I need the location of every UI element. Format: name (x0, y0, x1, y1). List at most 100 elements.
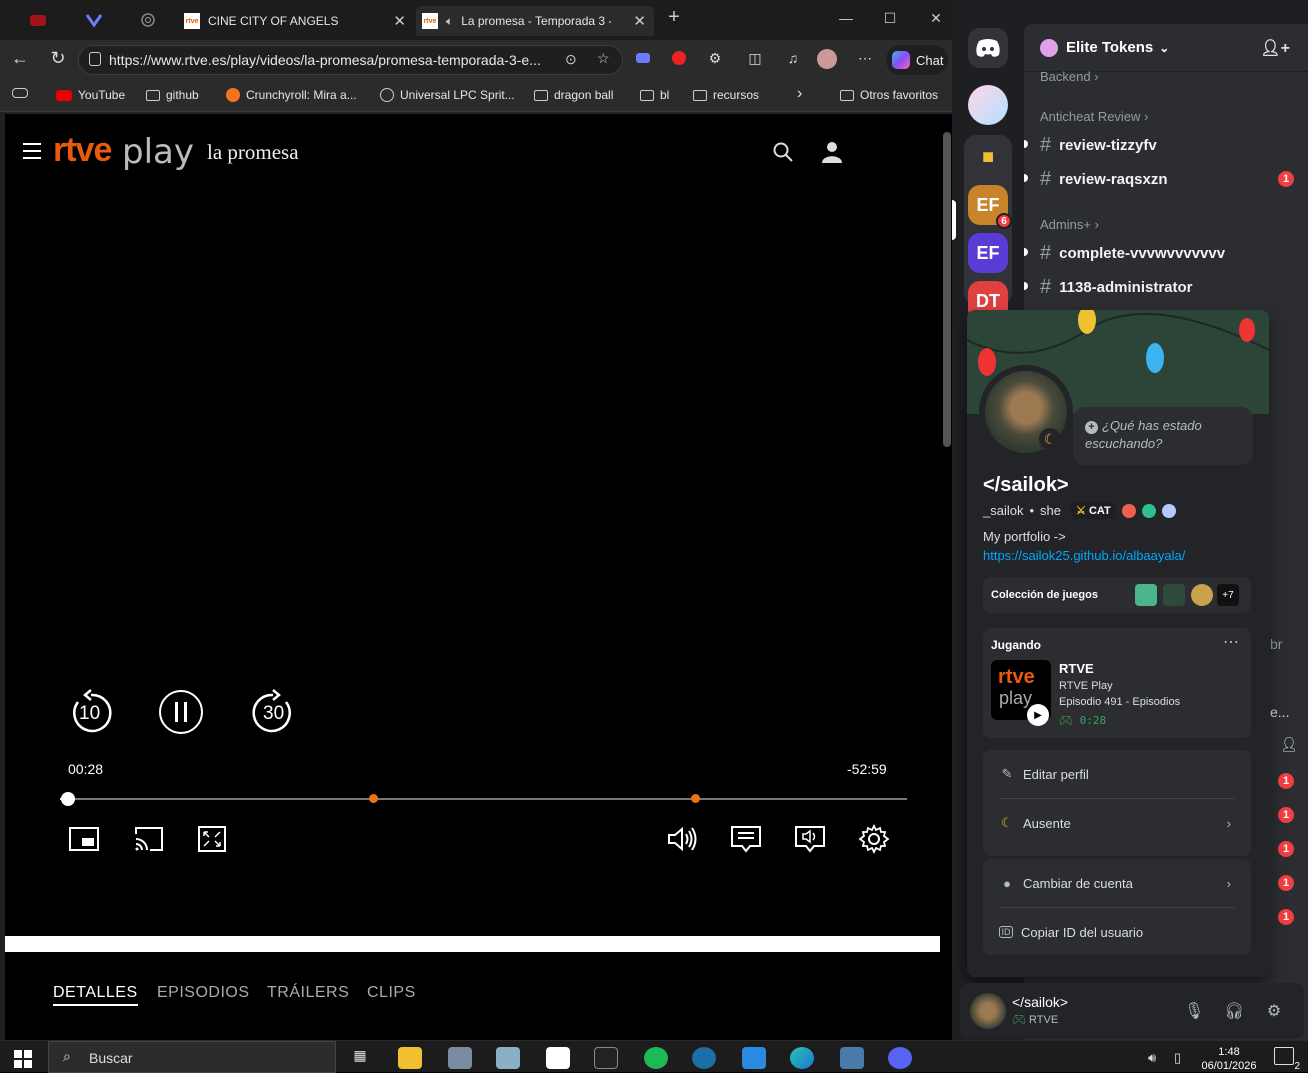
cast-icon[interactable] (132, 824, 164, 854)
menu-dots-icon[interactable]: ⋯ (854, 50, 876, 70)
tab-clips[interactable]: CLIPS (367, 984, 416, 1002)
channel-review-raqsxzn[interactable]: # review-raqsxzn (1040, 168, 1168, 191)
search-icon[interactable] (773, 142, 793, 162)
username[interactable]: _sailok (983, 503, 1023, 518)
user-icon[interactable] (821, 141, 843, 163)
gear-badge-icon[interactable] (1161, 503, 1176, 518)
category-admins[interactable]: Admins+ › (1040, 217, 1099, 232)
status-prompt-bubble[interactable]: + ¿Qué has estado escuchando? (1073, 407, 1253, 465)
app-icon[interactable] (448, 1047, 472, 1069)
clan-tag[interactable]: ⚔︎ CAT (1071, 502, 1116, 519)
clock[interactable]: 1:48 06/01/2026 (1196, 1045, 1262, 1073)
portfolio-link[interactable]: https://sailok25.github.io/albaayala/ (983, 548, 1185, 563)
picture-in-picture-icon[interactable] (68, 824, 100, 854)
user-settings-gear-icon[interactable]: ⚙︎ (1264, 1001, 1284, 1021)
game-thumbnail[interactable] (1135, 584, 1157, 606)
game-thumbnail[interactable] (1191, 584, 1213, 606)
app-icon[interactable] (496, 1047, 520, 1069)
discord-home-icon[interactable] (968, 28, 1008, 68)
status-button[interactable]: ☾ Ausente › (991, 803, 1243, 843)
play-icon[interactable]: ▶ (1027, 704, 1049, 726)
steam-icon[interactable] (692, 1047, 716, 1069)
minimize-icon[interactable]: — (836, 10, 856, 26)
rtve-logo[interactable]: rtve (53, 131, 112, 170)
bookmark-github[interactable]: github (146, 88, 199, 102)
server-header[interactable]: Elite Tokens ⌄ 👤︎+ (1024, 24, 1308, 72)
bookmarks-toggle-icon[interactable] (12, 88, 34, 98)
pause-button[interactable] (159, 690, 203, 734)
pinned-tab-app[interactable] (82, 8, 106, 32)
page-scrollbar[interactable] (943, 132, 951, 447)
godot-icon[interactable] (840, 1047, 864, 1069)
guild-ef-icon[interactable]: EF 6 (968, 185, 1012, 229)
game-thumbnail[interactable] (1163, 584, 1185, 606)
notion-icon[interactable] (546, 1047, 570, 1069)
bookmark-dragon-ball[interactable]: dragon ball (534, 88, 613, 102)
back-icon[interactable]: ← (8, 48, 32, 69)
epic-games-icon[interactable] (594, 1047, 618, 1069)
copy-user-id-button[interactable]: ID Copiar ID del usuario (991, 912, 1243, 952)
favorite-star-icon[interactable]: ☆ (597, 50, 610, 67)
copilot-chat-button[interactable]: Chat (886, 45, 948, 75)
progress-bar[interactable] (60, 792, 907, 806)
close-tab-icon[interactable]: ✕ (633, 12, 646, 30)
chapter-marker[interactable] (691, 794, 701, 803)
audio-description-icon[interactable] (794, 824, 826, 854)
play-logo[interactable]: play (122, 132, 194, 172)
url-input[interactable]: https://www.rtve.es/play/videos/la-prome… (78, 45, 623, 75)
maximize-icon[interactable]: ☐ (880, 10, 900, 27)
close-window-icon[interactable]: ✕ (926, 10, 946, 27)
microphone-icon[interactable]: 🎙︎ (1184, 1001, 1204, 1021)
bookmark-lpc[interactable]: Universal LPC Sprit... (380, 88, 515, 102)
more-games-count[interactable]: +7 (1217, 584, 1239, 606)
channel-review-tizzyfv[interactable]: # review-tizzyfv (1040, 134, 1157, 157)
user-avatar[interactable] (970, 993, 1006, 1029)
guild-team-icon[interactable] (968, 85, 1008, 125)
edit-profile-button[interactable]: ✎ Editar perfil (991, 754, 1243, 794)
spotify-icon[interactable] (644, 1047, 668, 1069)
reload-icon[interactable]: ↻ (46, 48, 70, 69)
more-icon[interactable]: ⊙ (565, 51, 577, 68)
game-collection[interactable]: Colección de juegos +7 (983, 577, 1251, 613)
pinned-tab-youtube[interactable] (26, 8, 50, 32)
extension-icon[interactable] (632, 50, 654, 70)
activity-more-icon[interactable]: ⋯ (1223, 632, 1239, 652)
bookmark-crunchyroll[interactable]: Crunchyroll: Mira a... (226, 88, 357, 102)
guild-ef2-icon[interactable]: EF (968, 233, 1008, 273)
tab-la-promesa[interactable]: rtve 🔈︎ La promesa - Temporada 3 - E ✕ (416, 6, 654, 36)
add-member-icon[interactable]: 👤︎+ (1260, 38, 1290, 58)
settings-gear-icon[interactable] (858, 824, 890, 854)
add-member-icon[interactable]: 👤︎ (1280, 736, 1298, 753)
puzzle-icon[interactable]: ⚙︎ (704, 50, 726, 70)
vscode-icon[interactable] (742, 1047, 766, 1069)
bookmark-bl[interactable]: bl (640, 88, 669, 102)
discord-taskbar-icon[interactable] (888, 1047, 912, 1069)
guild-folder[interactable]: ■ EF 6 EF DT (964, 135, 1012, 321)
progress-knob[interactable] (60, 792, 75, 806)
bookmark-recursos[interactable]: recursos (693, 88, 759, 102)
switch-account-button[interactable]: ● Cambiar de cuenta › (991, 863, 1243, 903)
media-icon[interactable]: ♫ (782, 50, 804, 70)
taskbar-search-input[interactable]: ⌕ Buscar (48, 1041, 336, 1073)
tab-episodios[interactable]: EPISODIOS (157, 984, 250, 1002)
tab-detalles[interactable]: DETALLES (53, 984, 138, 1006)
speaker-icon[interactable]: 🔈︎ (446, 14, 453, 29)
category-anticheat[interactable]: Anticheat Review › (1040, 109, 1148, 124)
task-view-icon[interactable]: ▦ (348, 1047, 372, 1069)
volume-icon[interactable]: 🔊︎ (1148, 1050, 1156, 1066)
fullscreen-icon[interactable] (196, 824, 228, 854)
hashtag-badge-icon[interactable] (1141, 503, 1156, 518)
battery-icon[interactable]: ▯ (1174, 1050, 1181, 1066)
notifications-icon[interactable]: 2 (1274, 1047, 1300, 1072)
split-screen-icon[interactable]: ◫ (744, 50, 766, 70)
badge-icon[interactable] (1121, 503, 1136, 518)
file-explorer-icon[interactable] (398, 1047, 422, 1069)
bookmark-other-favorites[interactable]: Otros favoritos (840, 88, 938, 102)
volume-icon[interactable] (666, 824, 698, 854)
close-tab-icon[interactable]: ✕ (393, 12, 406, 30)
windows-start-icon[interactable] (14, 1050, 32, 1068)
subtitles-icon[interactable] (730, 824, 762, 854)
forward-30-button[interactable]: 30 (248, 688, 298, 743)
profile-avatar-icon[interactable] (816, 49, 838, 70)
channel-1138-administrator[interactable]: #1138-administrator (1040, 276, 1193, 299)
